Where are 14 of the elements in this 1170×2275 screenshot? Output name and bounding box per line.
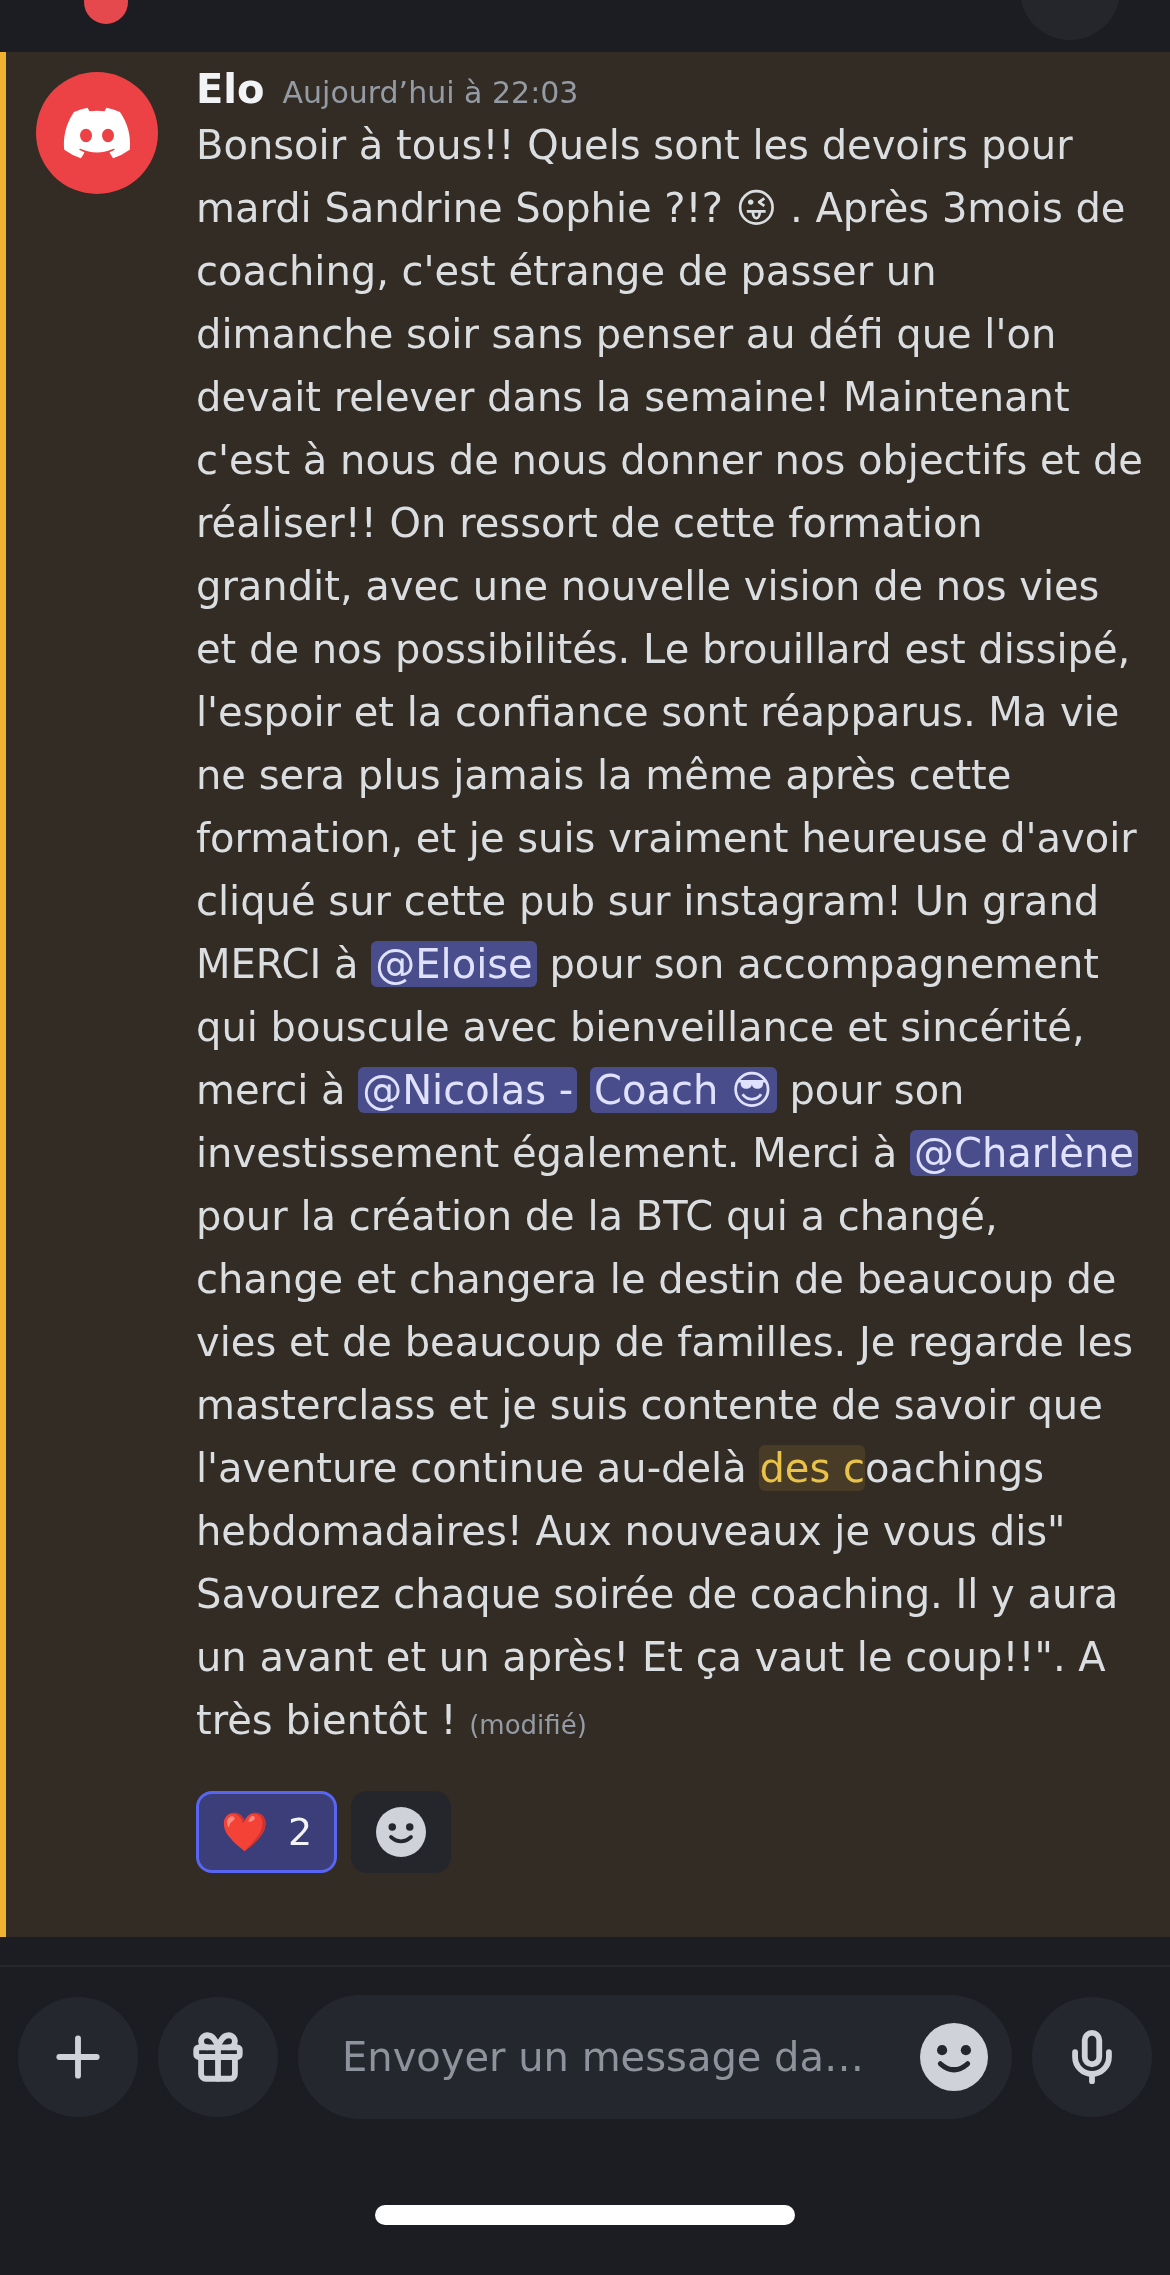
reaction-button[interactable]: ❤ 2 [196, 1791, 338, 1873]
smiley-icon [376, 1807, 427, 1857]
message-input[interactable]: Envoyer un message da… [340, 2033, 910, 2081]
message-field[interactable]: Envoyer un message da… [298, 1995, 1012, 2119]
edited-label: (modifié) [469, 1710, 587, 1740]
user-mention[interactable]: @Charlène [910, 1130, 1138, 1176]
emoji-picker-icon [920, 2023, 988, 2091]
user-mention[interactable]: @Eloise [371, 941, 537, 987]
author-name[interactable]: Elo [196, 66, 265, 112]
add-reaction-button[interactable] [351, 1791, 452, 1873]
user-mention[interactable]: Coach 😎 [590, 1067, 777, 1113]
timestamp: Aujourd’hui à 22:03 [282, 75, 579, 110]
message-text: Bonsoir à tous!! Quels sont les devoirs pour mardi Sandrine Sophie ?!? 😜 . Après 3mois de coaching, c'est étrange de passer un dimanche soir sans penser au défi que l'on devait relever dans la semaine! Maintenant c'est à nous de nous donner nos objectifs et de réaliser!! On ressort de cette formation grandit, avec une nouvelle vision de nos vies et de nos possibilités. Le brouillard est dissipé, l'espoir et la confiance sont réapparus. Ma vie ne sera plus jamais la même après cette formation, et je suis vraiment heureuse d'avoir cliqué sur cette pub sur instagram! Un grand MERCI à @Eloise pour son accompagnement qui bouscule avec bienveillance et sincérité, merci à @Nicolas - Coach 😎 pour son investissement également. Merci à @Charlène pour la création de la BTC qui a changé, change et changera le destin de beaucoup de vies et de beaucoup de familles. Je regarde les masterclass et je suis contente de savoir que l'aventure continue au-delà des coachings hebdomadaires! Aux nouveaux je vous dis" Savourez chaque soirée de coaching. Il y aura un avant et un après! Et ça vaut le coup!!". A très bientôt ! (modifié) [196, 121, 1144, 1745]
user-mention[interactable]: @Nicolas - [358, 1067, 578, 1113]
